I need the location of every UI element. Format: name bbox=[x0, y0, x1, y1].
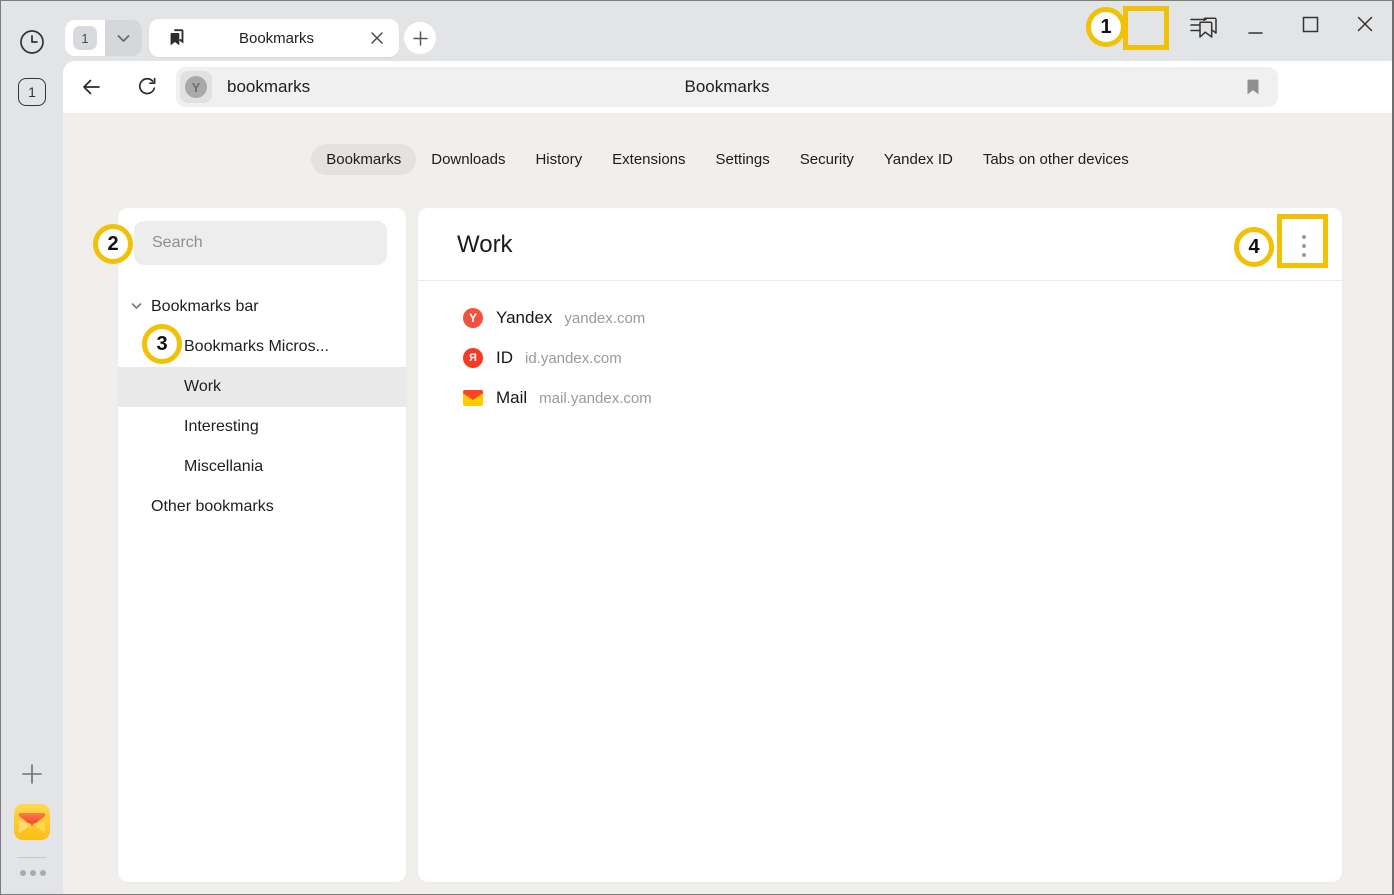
tab-extensions-section[interactable]: Extensions bbox=[597, 144, 700, 175]
chevron-down-icon bbox=[117, 34, 130, 43]
close-window-button[interactable] bbox=[1353, 12, 1377, 36]
browser-toolbar: Y bookmarks Bookmarks bbox=[63, 61, 1392, 113]
workspace-badge[interactable]: 1 bbox=[18, 78, 46, 106]
yandex-mail-app-icon[interactable] bbox=[14, 804, 50, 840]
search-input[interactable] bbox=[134, 221, 387, 265]
address-bar[interactable]: Y bookmarks Bookmarks bbox=[176, 67, 1278, 107]
bookmark-tab-icon bbox=[166, 27, 188, 49]
bookmark-row-yandex[interactable]: Y Yandex yandex.com bbox=[418, 298, 1342, 338]
bookmark-row-id[interactable]: Я ID id.yandex.com bbox=[418, 338, 1342, 378]
tab-history-section[interactable]: History bbox=[520, 144, 597, 175]
bookmark-row-mail[interactable]: Mail mail.yandex.com bbox=[418, 378, 1342, 418]
tree-item-label: Interesting bbox=[184, 418, 259, 436]
tab-strip: 1 Bookmarks bbox=[63, 1, 1392, 61]
address-value[interactable]: bookmarks bbox=[227, 77, 310, 97]
tab-group-chevron-button[interactable] bbox=[105, 20, 142, 56]
tree-item-bookmarks-bar[interactable]: Bookmarks bar bbox=[118, 287, 406, 327]
callout-1: 1 bbox=[1086, 7, 1126, 47]
bookmark-url: id.yandex.com bbox=[525, 350, 622, 367]
bookmark-url: yandex.com bbox=[564, 310, 645, 327]
tree-item-work[interactable]: Work bbox=[118, 367, 406, 407]
tab-title: Bookmarks bbox=[188, 30, 365, 47]
tab-other-devices-section[interactable]: Tabs on other devices bbox=[968, 144, 1144, 175]
minimize-button[interactable] bbox=[1243, 16, 1267, 40]
tab-group-badge: 1 bbox=[73, 26, 97, 50]
maximize-button[interactable] bbox=[1298, 12, 1322, 36]
yandex-id-favicon: Я bbox=[463, 348, 483, 368]
callout-2: 2 bbox=[93, 224, 133, 264]
left-rail: 1 bbox=[1, 1, 63, 894]
tab-close-icon[interactable] bbox=[365, 26, 389, 50]
bookmark-url: mail.yandex.com bbox=[539, 390, 652, 407]
bookmark-flag-icon[interactable] bbox=[1242, 76, 1264, 98]
tree-item-label: Bookmarks Micros... bbox=[184, 338, 329, 356]
folder-header: Work bbox=[418, 208, 1342, 281]
history-clock-icon[interactable] bbox=[18, 28, 46, 56]
tree-item-interesting[interactable]: Interesting bbox=[118, 407, 406, 447]
address-page-title: Bookmarks bbox=[176, 77, 1278, 97]
chevron-down-icon[interactable] bbox=[131, 302, 143, 312]
tab-yandex-id-section[interactable]: Yandex ID bbox=[869, 144, 968, 175]
back-icon[interactable] bbox=[79, 75, 103, 99]
tree-item-label: Miscellania bbox=[184, 458, 263, 476]
tab-bookmarks[interactable]: Bookmarks bbox=[149, 19, 399, 57]
folder-title: Work bbox=[457, 231, 513, 259]
tab-security-section[interactable]: Security bbox=[785, 144, 869, 175]
new-tab-button[interactable] bbox=[404, 22, 436, 54]
tree-item-other-bookmarks[interactable]: Other bookmarks bbox=[118, 487, 406, 527]
bookmark-title: Yandex bbox=[496, 308, 552, 328]
tab-downloads-section[interactable]: Downloads bbox=[416, 144, 520, 175]
bookmarks-tree: Bookmarks bar Bookmarks Micros... Work I… bbox=[118, 287, 406, 527]
bookmarks-panel-icon[interactable] bbox=[1194, 14, 1222, 42]
callout-4: 4 bbox=[1234, 227, 1274, 267]
bookmarks-sidebar: Bookmarks bar Bookmarks Micros... Work I… bbox=[118, 208, 406, 882]
tab-group-control: 1 bbox=[65, 20, 142, 56]
bookmarks-manager-page: Bookmarks Downloads History Extensions S… bbox=[63, 113, 1392, 894]
tab-group-count-button[interactable]: 1 bbox=[65, 20, 105, 56]
rail-more-icon[interactable] bbox=[20, 870, 46, 876]
tab-settings-section[interactable]: Settings bbox=[701, 144, 785, 175]
yandex-favicon: Y bbox=[463, 308, 483, 328]
bookmark-title: ID bbox=[496, 348, 513, 368]
browser-window: 1 bbox=[0, 0, 1394, 895]
workspace-badge-label: 1 bbox=[28, 84, 36, 100]
site-favicon-badge: Y bbox=[180, 71, 212, 103]
add-panel-icon[interactable] bbox=[19, 761, 45, 787]
bookmark-list: Y Yandex yandex.com Я ID id.yandex.com bbox=[418, 298, 1342, 418]
reload-icon[interactable] bbox=[135, 75, 159, 99]
folder-content-panel: Work Y Yandex yandex.com Я ID id.yandex.… bbox=[418, 208, 1342, 882]
yandex-mail-favicon bbox=[463, 388, 483, 408]
rail-divider bbox=[17, 857, 46, 858]
tree-item-label: Work bbox=[184, 378, 221, 396]
tree-item-label: Other bookmarks bbox=[151, 498, 274, 516]
callout-3: 3 bbox=[142, 324, 182, 364]
tree-item-miscellania[interactable]: Miscellania bbox=[118, 447, 406, 487]
callout-1-highlight bbox=[1123, 6, 1169, 50]
callout-4-highlight bbox=[1277, 214, 1328, 268]
manager-nav-tabs: Bookmarks Downloads History Extensions S… bbox=[63, 144, 1392, 175]
tab-bookmarks-section[interactable]: Bookmarks bbox=[311, 144, 416, 175]
tree-item-label: Bookmarks bar bbox=[151, 298, 259, 316]
bookmark-title: Mail bbox=[496, 388, 527, 408]
yandex-gray-favicon: Y bbox=[185, 76, 207, 98]
